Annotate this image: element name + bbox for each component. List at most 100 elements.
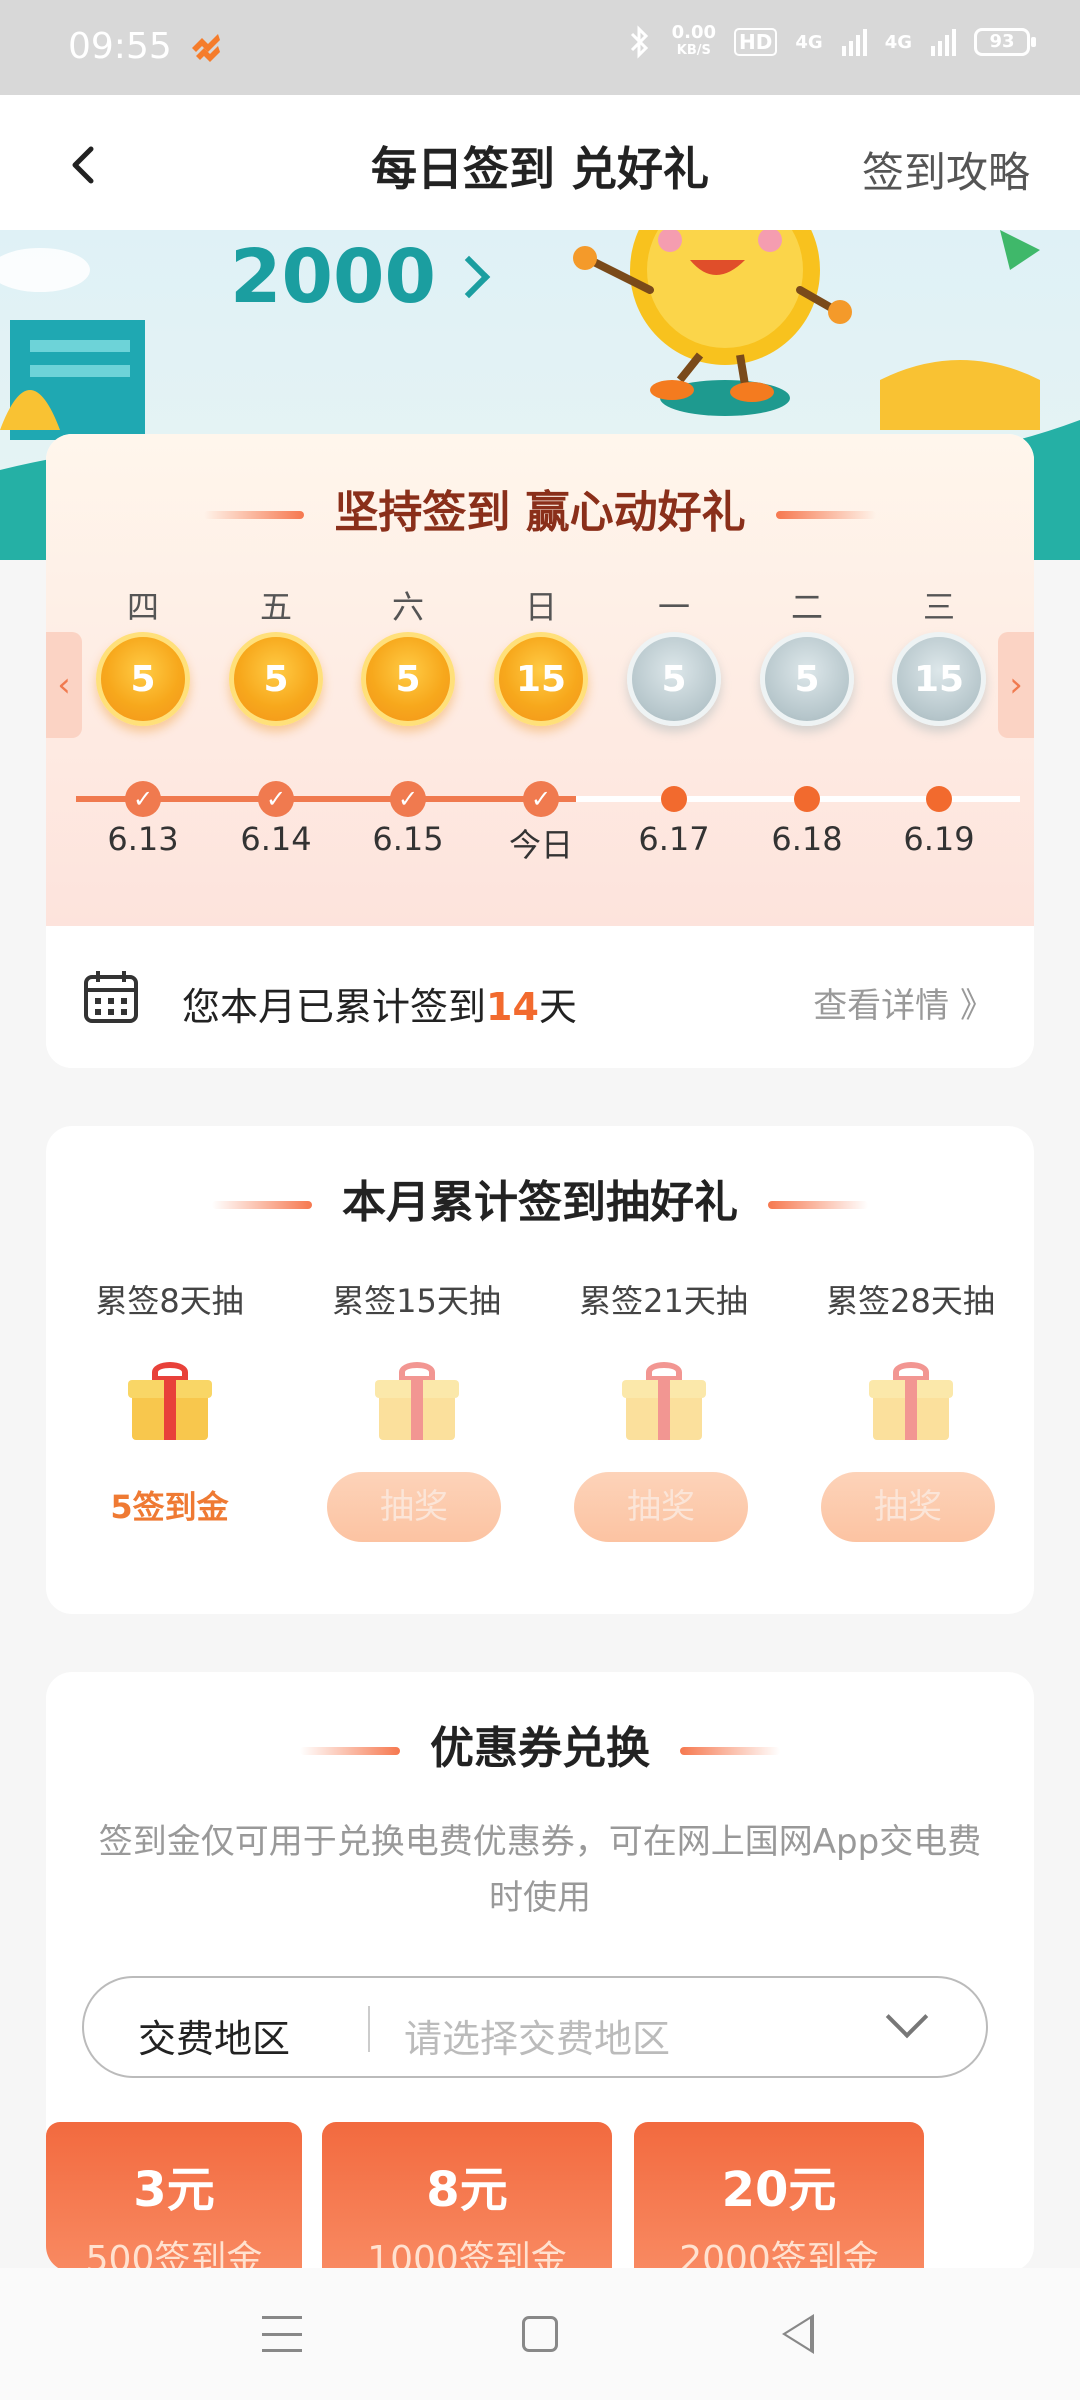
- lottery-item: 累签21天抽 抽奖: [540, 1126, 787, 1614]
- view-details-link[interactable]: 查看详情 》: [813, 978, 994, 1027]
- day-date: 6.19: [903, 820, 975, 858]
- next-week-button[interactable]: ›: [998, 632, 1034, 738]
- weekday-label: 二: [790, 588, 823, 626]
- region-placeholder: 请选择交费地区: [404, 2017, 671, 2061]
- signin-calendar: 坚持签到 赢心动好礼 ‹ › 四 五 六 日 一 二 三 5 5 5 15 5 …: [46, 434, 1034, 926]
- title-decoration-left: [204, 511, 305, 519]
- coin-reward: 15: [494, 632, 588, 726]
- signal-4g-icon: 4G: [795, 31, 823, 53]
- lottery-item-label: 累签28天抽: [826, 1282, 995, 1320]
- system-nav-bar: [0, 2268, 1080, 2400]
- gift-icon: [375, 1362, 459, 1442]
- coupon-item[interactable]: 8元 1000签到金: [322, 2122, 612, 2272]
- chevron-right-icon: [447, 255, 491, 299]
- back-triangle-icon[interactable]: [782, 2314, 814, 2354]
- check-icon: ✓: [523, 781, 559, 817]
- signin-title: 坚持签到 赢心动好礼: [334, 487, 746, 538]
- divider: [368, 2006, 370, 2052]
- title-decoration-right: [775, 511, 876, 519]
- weekday-label: 五: [259, 588, 292, 626]
- signin-guide-link[interactable]: 签到攻略: [862, 139, 1030, 200]
- home-icon[interactable]: [522, 2316, 558, 2352]
- month-text-suffix: 天: [538, 985, 577, 1029]
- coin-reward: 5: [361, 632, 455, 726]
- status-time: 09:55: [68, 26, 172, 67]
- coupon-cost: 500签到金: [85, 2239, 263, 2272]
- chevron-right-icon: ›: [1009, 665, 1023, 705]
- hd-voice-icon: HD: [734, 28, 778, 56]
- signal-4g-icon-2: 4G: [884, 31, 912, 53]
- lottery-item-label: 累签21天抽: [579, 1282, 748, 1320]
- title-decoration-right: [680, 1747, 780, 1755]
- weekday-label: 六: [391, 588, 424, 626]
- calendar-icon: [84, 971, 138, 1023]
- prev-week-button[interactable]: ‹: [46, 632, 82, 738]
- check-icon: ✓: [390, 781, 426, 817]
- gift-icon: [128, 1362, 212, 1442]
- battery-icon: 93: [974, 28, 1036, 56]
- signin-title-row: 坚持签到 赢心动好礼: [46, 476, 1034, 540]
- weekday-label: 日: [524, 588, 557, 626]
- title-decoration-left: [300, 1747, 400, 1755]
- coupon-description: 签到金仅可用于兑换电费优惠券，可在网上国网App交电费时使用: [98, 1822, 982, 1918]
- coin-reward: 5: [96, 632, 190, 726]
- coupon-title: 优惠券兑换: [430, 1723, 650, 1774]
- gift-icon: [622, 1362, 706, 1442]
- lottery-item-label: 累签8天抽: [95, 1282, 244, 1320]
- weekday-label: 一: [657, 588, 690, 626]
- chevron-down-icon: [885, 1995, 929, 2039]
- signal-bars-icon-2: [931, 29, 956, 56]
- draw-button[interactable]: 抽奖: [574, 1472, 748, 1542]
- coupon-title-row: 优惠券兑换: [46, 1712, 1034, 1776]
- day-date: 6.17: [638, 820, 710, 858]
- draw-button[interactable]: 抽奖: [327, 1472, 501, 1542]
- speed-value: 0.00: [671, 22, 717, 43]
- bluetooth-icon: [630, 25, 648, 59]
- points-balance[interactable]: 2000: [230, 234, 491, 320]
- month-days-count: 14: [486, 985, 539, 1029]
- gift-icon: [869, 1362, 953, 1442]
- monthly-summary-row[interactable]: 您本月已累计签到14天 查看详情 》: [46, 926, 1034, 1068]
- monthly-signin-count: 您本月已累计签到14天: [182, 976, 577, 1031]
- progress-dot: [926, 786, 952, 812]
- day-date-today: 今日: [508, 826, 573, 864]
- coupon-item[interactable]: 3元 500签到金: [46, 2122, 302, 2272]
- month-text-prefix: 您本月已累计签到: [182, 985, 487, 1029]
- signal-bars-icon: [841, 29, 867, 56]
- day-date: 6.18: [771, 820, 843, 858]
- coupon-amount: 3元: [133, 2162, 215, 2218]
- lottery-item: 累签15天抽 抽奖: [293, 1126, 540, 1614]
- lottery-card: 本月累计签到抽好礼 累签8天抽 5签到金 累签15天抽 抽奖 累签21天抽 抽奖…: [46, 1126, 1034, 1614]
- speed-unit: KB/S: [676, 43, 711, 58]
- day-date: 6.14: [240, 820, 312, 858]
- coin-reward: 5: [627, 632, 721, 726]
- weekday-label: 三: [922, 588, 955, 626]
- signin-card: 坚持签到 赢心动好礼 ‹ › 四 五 六 日 一 二 三 5 5 5 15 5 …: [46, 434, 1034, 1068]
- draw-button[interactable]: 抽奖: [821, 1472, 995, 1542]
- coupon-item[interactable]: 20元 2000签到金: [634, 2122, 924, 2272]
- recent-apps-icon[interactable]: [262, 2316, 302, 2352]
- app-notification-icon: [192, 34, 220, 62]
- coupon-cost: 2000签到金: [679, 2239, 879, 2272]
- coupon-exchange-card: 优惠券兑换 签到金仅可用于兑换电费优惠券，可在网上国网App交电费时使用 交费地…: [46, 1672, 1034, 2272]
- lottery-item: 累签28天抽 抽奖: [787, 1126, 1034, 1614]
- lottery-item-label: 累签15天抽: [332, 1282, 501, 1320]
- check-icon: ✓: [258, 781, 294, 817]
- lottery-reward: 5签到金: [110, 1488, 229, 1526]
- day-date: 6.15: [372, 820, 444, 858]
- weekday-label: 四: [126, 588, 159, 626]
- status-bar: 09:55 0.00 KB/S HD 4G 4G 93: [0, 0, 1080, 95]
- points-value: 2000: [230, 234, 436, 320]
- coin-reward: 15: [892, 632, 986, 726]
- day-date: 6.13: [107, 820, 179, 858]
- progress-dot: [794, 786, 820, 812]
- coin-reward: 5: [229, 632, 323, 726]
- nav-bar: 每日签到 兑好礼 签到攻略: [0, 95, 1080, 230]
- region-select[interactable]: 交费地区 请选择交费地区: [82, 1976, 988, 2078]
- coupon-amount: 20元: [721, 2162, 837, 2218]
- progress-dot: [661, 786, 687, 812]
- status-indicators: 0.00 KB/S HD 4G 4G 93: [624, 24, 1036, 60]
- check-icon: ✓: [125, 781, 161, 817]
- network-speed: 0.00 KB/S: [672, 24, 716, 60]
- coupon-amount: 8元: [426, 2162, 508, 2218]
